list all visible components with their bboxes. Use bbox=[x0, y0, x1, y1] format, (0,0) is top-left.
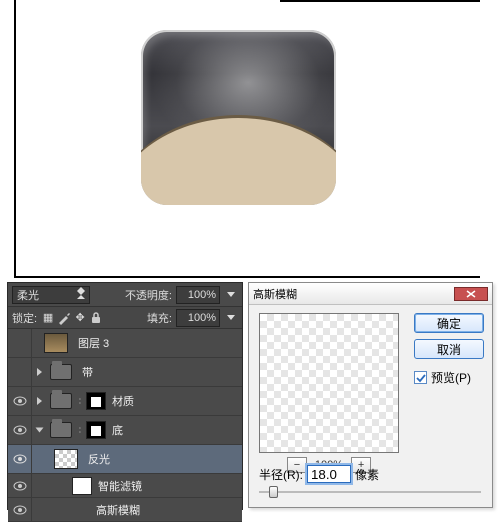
visibility-toggle[interactable] bbox=[8, 387, 32, 415]
artwork-arc bbox=[141, 115, 336, 205]
preview-checkbox[interactable] bbox=[414, 371, 427, 384]
slider-handle[interactable] bbox=[269, 486, 278, 498]
gaussian-blur-dialog: 高斯模糊 − 100% + 确定 取消 预览(P) 半径(R): 像素 bbox=[248, 282, 493, 508]
link-icon: •• bbox=[76, 397, 84, 405]
layers-lock-row: 锁定: ▦ ✥ 填充: 100% bbox=[8, 307, 242, 329]
slider-track bbox=[259, 491, 481, 493]
layer-label: 底 bbox=[112, 422, 123, 438]
dialog-side-buttons: 确定 取消 预览(P) bbox=[414, 313, 484, 386]
radius-slider[interactable] bbox=[259, 487, 481, 497]
fill-stepper-icon[interactable] bbox=[224, 311, 238, 325]
layer-row-group-band[interactable]: 带 bbox=[8, 358, 242, 387]
eye-icon bbox=[13, 454, 27, 464]
layer-label: 反光 bbox=[88, 451, 110, 467]
layer-label: 高斯模糊 bbox=[96, 502, 140, 518]
folder-icon bbox=[50, 393, 72, 409]
visibility-toggle[interactable] bbox=[8, 445, 32, 473]
lock-all-icon[interactable] bbox=[89, 311, 103, 325]
blend-mode-select[interactable]: 柔光 bbox=[12, 286, 90, 304]
canvas-area bbox=[14, 0, 480, 278]
visibility-toggle[interactable] bbox=[8, 329, 32, 357]
lock-label: 锁定: bbox=[12, 310, 37, 326]
layer-row-image3[interactable]: 图层 3 bbox=[8, 329, 242, 358]
filter-mask-thumb[interactable] bbox=[72, 477, 92, 495]
opacity-value: 100% bbox=[188, 289, 216, 301]
layer-label: 带 bbox=[82, 364, 93, 380]
visibility-toggle[interactable] bbox=[8, 358, 32, 386]
radius-label: 半径(R): bbox=[259, 466, 303, 483]
close-icon bbox=[466, 290, 476, 298]
lock-transparency-icon[interactable]: ▦ bbox=[41, 311, 55, 325]
blend-mode-value: 柔光 bbox=[17, 287, 39, 303]
chevron-updown-icon bbox=[77, 291, 85, 299]
opacity-stepper-icon[interactable] bbox=[224, 288, 238, 302]
fill-input[interactable]: 100% bbox=[176, 309, 220, 327]
opacity-input[interactable]: 100% bbox=[176, 286, 220, 304]
expand-toggle[interactable] bbox=[32, 426, 46, 434]
layer-row-smart-filters[interactable]: 智能滤镜 bbox=[8, 474, 242, 498]
layer-thumb[interactable] bbox=[44, 333, 68, 353]
mask-thumb[interactable] bbox=[86, 421, 106, 439]
layer-label: 智能滤镜 bbox=[98, 478, 142, 494]
check-icon bbox=[416, 373, 426, 383]
visibility-toggle[interactable] bbox=[8, 498, 32, 521]
blur-preview[interactable] bbox=[259, 313, 399, 453]
cancel-button[interactable]: 取消 bbox=[414, 339, 484, 359]
folder-icon bbox=[50, 364, 72, 380]
dialog-body: − 100% + 确定 取消 预览(P) 半径(R): 像素 bbox=[249, 305, 492, 507]
opacity-label: 不透明度: bbox=[125, 287, 172, 303]
ok-button[interactable]: 确定 bbox=[414, 313, 484, 333]
expand-toggle[interactable] bbox=[32, 368, 46, 376]
layer-row-reflection[interactable]: 反光 bbox=[8, 445, 242, 474]
visibility-toggle[interactable] bbox=[8, 416, 32, 444]
lock-brush-icon[interactable] bbox=[57, 311, 71, 325]
radius-row: 半径(R): 像素 bbox=[259, 465, 379, 483]
fill-label: 填充: bbox=[147, 310, 172, 326]
mask-thumb[interactable] bbox=[86, 392, 106, 410]
fill-value: 100% bbox=[188, 312, 216, 324]
lock-position-icon[interactable]: ✥ bbox=[73, 311, 87, 325]
layers-options-row: 柔光 不透明度: 100% bbox=[8, 283, 242, 307]
visibility-toggle[interactable] bbox=[8, 474, 32, 497]
layer-row-gaussian-blur-filter[interactable]: 高斯模糊 bbox=[8, 498, 242, 522]
expand-toggle[interactable] bbox=[32, 397, 46, 405]
radius-unit: 像素 bbox=[355, 466, 379, 483]
preview-label: 预览(P) bbox=[431, 369, 471, 386]
layer-label: 图层 3 bbox=[78, 335, 109, 351]
preview-checkbox-row[interactable]: 预览(P) bbox=[414, 369, 484, 386]
eye-icon bbox=[13, 481, 27, 491]
layers-panel: 柔光 不透明度: 100% 锁定: ▦ ✥ 填充: 100% bbox=[7, 282, 243, 510]
layer-thumb[interactable] bbox=[54, 449, 78, 469]
radius-input[interactable] bbox=[307, 465, 351, 483]
eye-icon bbox=[13, 505, 27, 515]
dialog-titlebar[interactable]: 高斯模糊 bbox=[249, 283, 492, 305]
folder-icon bbox=[50, 422, 72, 438]
dialog-title: 高斯模糊 bbox=[253, 286, 454, 302]
eye-icon bbox=[13, 396, 27, 406]
layer-row-group-base[interactable]: •• 底 bbox=[8, 416, 242, 445]
layer-label: 材质 bbox=[112, 393, 134, 409]
artwork-preview bbox=[141, 30, 336, 205]
link-icon: •• bbox=[76, 426, 84, 434]
close-button[interactable] bbox=[454, 287, 488, 301]
layer-row-group-material[interactable]: •• 材质 bbox=[8, 387, 242, 416]
eye-icon bbox=[13, 425, 27, 435]
lock-icons-group: ▦ ✥ bbox=[41, 311, 103, 325]
